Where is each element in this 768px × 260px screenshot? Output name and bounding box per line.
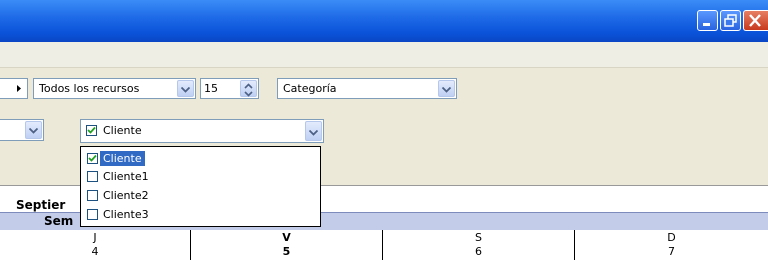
option-checkbox[interactable] bbox=[87, 190, 98, 201]
list-item-cliente3[interactable]: Cliente3 bbox=[82, 206, 319, 223]
checkmark-icon bbox=[87, 126, 96, 134]
close-icon bbox=[749, 14, 761, 27]
close-button[interactable] bbox=[743, 10, 768, 31]
client-dropdown-list: Cliente Cliente1 Cliente2 Cliente3 bbox=[80, 146, 321, 227]
category-dropdown-button[interactable] bbox=[438, 80, 455, 97]
minimize-icon bbox=[703, 23, 710, 26]
resource-dropdown-button[interactable] bbox=[177, 80, 194, 97]
option-label: Cliente bbox=[100, 151, 145, 166]
resource-select-value: Todos los recursos bbox=[39, 82, 140, 95]
day-column-friday[interactable]: V 5 bbox=[191, 230, 383, 260]
spin-updown-icon bbox=[244, 83, 253, 97]
left-filter-dropdown-button[interactable] bbox=[25, 121, 42, 139]
chevron-down-icon bbox=[442, 87, 451, 93]
list-item-cliente2[interactable]: Cliente2 bbox=[82, 187, 319, 204]
category-select[interactable]: Categoría bbox=[277, 78, 457, 99]
next-button[interactable] bbox=[0, 78, 28, 99]
option-checkbox[interactable] bbox=[87, 153, 98, 164]
play-arrow-icon bbox=[17, 85, 21, 92]
day-name: S bbox=[475, 231, 482, 244]
checkmark-icon bbox=[88, 154, 97, 162]
month-label: Septier bbox=[16, 198, 66, 212]
left-filter-select[interactable] bbox=[0, 119, 44, 141]
resource-select[interactable]: Todos los recursos bbox=[33, 78, 196, 99]
list-item-cliente1[interactable]: Cliente1 bbox=[82, 168, 319, 185]
chevron-down-icon bbox=[181, 87, 190, 93]
client-checkbox[interactable] bbox=[86, 125, 97, 136]
count-stepper[interactable]: 15 bbox=[200, 78, 259, 99]
category-select-value: Categoría bbox=[283, 82, 337, 95]
chevron-down-icon bbox=[309, 130, 318, 136]
day-column-sunday[interactable]: D 7 bbox=[575, 230, 768, 260]
day-number: 4 bbox=[91, 245, 99, 258]
day-name: V bbox=[282, 231, 291, 244]
option-checkbox[interactable] bbox=[87, 209, 98, 220]
option-checkbox[interactable] bbox=[87, 171, 98, 182]
day-number: 7 bbox=[668, 245, 675, 258]
restore-icon bbox=[724, 14, 737, 27]
count-stepper-value: 15 bbox=[204, 82, 218, 95]
menu-strip bbox=[0, 42, 768, 68]
option-label: Cliente1 bbox=[103, 170, 149, 183]
client-select[interactable]: Cliente bbox=[80, 119, 324, 143]
day-column-thursday[interactable]: J 4 bbox=[0, 230, 191, 260]
week-label: Sem bbox=[44, 214, 74, 228]
day-name: J bbox=[93, 231, 97, 244]
minimize-button[interactable] bbox=[697, 10, 718, 31]
day-number: 5 bbox=[282, 245, 291, 258]
restore-button[interactable] bbox=[720, 10, 741, 31]
list-item-cliente[interactable]: Cliente bbox=[82, 150, 319, 167]
day-name: D bbox=[667, 231, 676, 244]
window-title-bar bbox=[0, 0, 768, 42]
chevron-down-icon bbox=[29, 128, 38, 134]
day-column-saturday[interactable]: S 6 bbox=[383, 230, 575, 260]
count-spin-buttons[interactable] bbox=[240, 80, 257, 97]
option-label: Cliente3 bbox=[103, 208, 149, 221]
day-number: 6 bbox=[475, 245, 482, 258]
client-dropdown-button[interactable] bbox=[305, 121, 322, 141]
option-label: Cliente2 bbox=[103, 189, 149, 202]
client-select-value: Cliente bbox=[103, 124, 142, 137]
